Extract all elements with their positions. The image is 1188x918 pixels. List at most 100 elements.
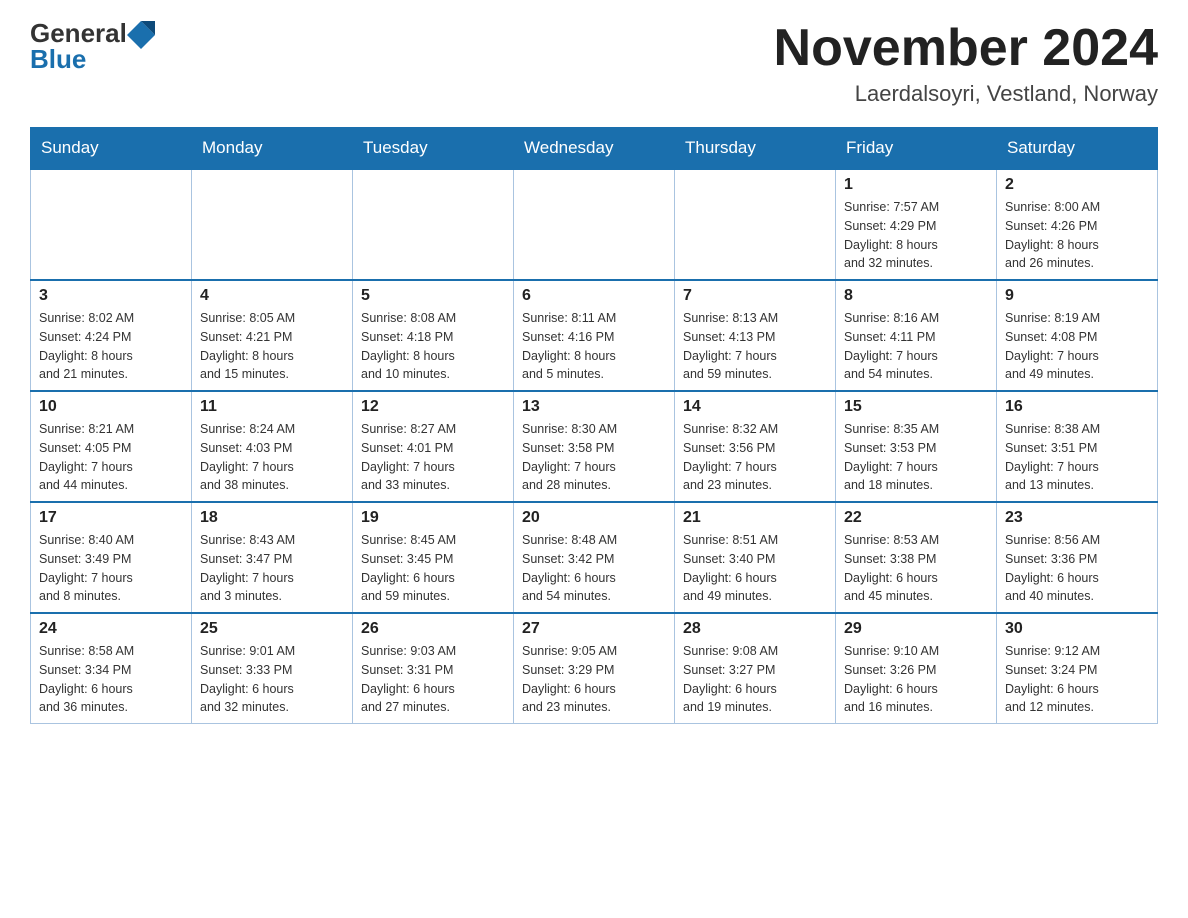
day-info: Sunrise: 8:19 AM Sunset: 4:08 PM Dayligh… <box>1005 309 1149 384</box>
day-cell: 3 Sunrise: 8:02 AM Sunset: 4:24 PM Daylig… <box>31 280 192 391</box>
calendar-table: SundayMondayTuesdayWednesdayThursdayFrid… <box>30 127 1158 724</box>
day-cell: 19 Sunrise: 8:45 AM Sunset: 3:45 PM Dayli… <box>353 502 514 613</box>
day-cell: 15 Sunrise: 8:35 AM Sunset: 3:53 PM Dayli… <box>836 391 997 502</box>
day-info: Sunrise: 9:01 AM Sunset: 3:33 PM Dayligh… <box>200 642 344 717</box>
day-cell: 18 Sunrise: 8:43 AM Sunset: 3:47 PM Dayli… <box>192 502 353 613</box>
day-cell: 14 Sunrise: 8:32 AM Sunset: 3:56 PM Dayli… <box>675 391 836 502</box>
day-cell: 2 Sunrise: 8:00 AM Sunset: 4:26 PM Daylig… <box>997 169 1158 280</box>
day-cell: 26 Sunrise: 9:03 AM Sunset: 3:31 PM Dayli… <box>353 613 514 724</box>
day-number: 11 <box>200 398 344 416</box>
day-info: Sunrise: 8:35 AM Sunset: 3:53 PM Dayligh… <box>844 420 988 495</box>
day-number: 5 <box>361 287 505 305</box>
week-row-2: 3 Sunrise: 8:02 AM Sunset: 4:24 PM Daylig… <box>31 280 1158 391</box>
title-section: November 2024 Laerdalsoyri, Vestland, No… <box>774 20 1158 107</box>
page-header: General Blue November 2024 Laerdalsoyri,… <box>30 20 1158 107</box>
day-info: Sunrise: 8:27 AM Sunset: 4:01 PM Dayligh… <box>361 420 505 495</box>
day-cell: 7Sunrise: 8:13 AM Sunset: 4:13 PM Daylig… <box>675 280 836 391</box>
day-cell: 9 Sunrise: 8:19 AM Sunset: 4:08 PM Daylig… <box>997 280 1158 391</box>
day-cell: 17 Sunrise: 8:40 AM Sunset: 3:49 PM Dayli… <box>31 502 192 613</box>
logo-icon <box>127 21 155 49</box>
day-cell: 8 Sunrise: 8:16 AM Sunset: 4:11 PM Daylig… <box>836 280 997 391</box>
day-cell: 22 Sunrise: 8:53 AM Sunset: 3:38 PM Dayli… <box>836 502 997 613</box>
day-info: Sunrise: 8:40 AM Sunset: 3:49 PM Dayligh… <box>39 531 183 606</box>
logo-general-text: General <box>30 20 127 46</box>
day-info: Sunrise: 8:30 AM Sunset: 3:58 PM Dayligh… <box>522 420 666 495</box>
day-info: Sunrise: 8:43 AM Sunset: 3:47 PM Dayligh… <box>200 531 344 606</box>
day-cell <box>675 169 836 280</box>
day-info: Sunrise: 8:56 AM Sunset: 3:36 PM Dayligh… <box>1005 531 1149 606</box>
month-title: November 2024 <box>774 20 1158 77</box>
day-info: Sunrise: 9:08 AM Sunset: 3:27 PM Dayligh… <box>683 642 827 717</box>
day-number: 6 <box>522 287 666 305</box>
day-cell: 27 Sunrise: 9:05 AM Sunset: 3:29 PM Dayli… <box>514 613 675 724</box>
week-row-5: 24 Sunrise: 8:58 AM Sunset: 3:34 PM Dayli… <box>31 613 1158 724</box>
day-cell <box>31 169 192 280</box>
header-day-sunday: Sunday <box>31 128 192 170</box>
day-info: Sunrise: 8:02 AM Sunset: 4:24 PM Dayligh… <box>39 309 183 384</box>
day-number: 3 <box>39 287 183 305</box>
day-info: Sunrise: 8:11 AM Sunset: 4:16 PM Dayligh… <box>522 309 666 384</box>
day-info: Sunrise: 8:38 AM Sunset: 3:51 PM Dayligh… <box>1005 420 1149 495</box>
day-info: Sunrise: 7:57 AM Sunset: 4:29 PM Dayligh… <box>844 198 988 273</box>
day-cell: 23Sunrise: 8:56 AM Sunset: 3:36 PM Dayli… <box>997 502 1158 613</box>
header-day-wednesday: Wednesday <box>514 128 675 170</box>
day-info: Sunrise: 8:45 AM Sunset: 3:45 PM Dayligh… <box>361 531 505 606</box>
logo-blue-text: Blue <box>30 46 86 72</box>
header-day-friday: Friday <box>836 128 997 170</box>
day-number: 17 <box>39 509 183 527</box>
day-number: 12 <box>361 398 505 416</box>
day-cell: 6 Sunrise: 8:11 AM Sunset: 4:16 PM Daylig… <box>514 280 675 391</box>
day-info: Sunrise: 8:51 AM Sunset: 3:40 PM Dayligh… <box>683 531 827 606</box>
day-number: 26 <box>361 620 505 638</box>
day-number: 30 <box>1005 620 1149 638</box>
day-info: Sunrise: 8:13 AM Sunset: 4:13 PM Dayligh… <box>683 309 827 384</box>
day-info: Sunrise: 8:24 AM Sunset: 4:03 PM Dayligh… <box>200 420 344 495</box>
day-info: Sunrise: 9:12 AM Sunset: 3:24 PM Dayligh… <box>1005 642 1149 717</box>
week-row-4: 17 Sunrise: 8:40 AM Sunset: 3:49 PM Dayli… <box>31 502 1158 613</box>
day-info: Sunrise: 9:05 AM Sunset: 3:29 PM Dayligh… <box>522 642 666 717</box>
day-number: 22 <box>844 509 988 527</box>
day-info: Sunrise: 8:00 AM Sunset: 4:26 PM Dayligh… <box>1005 198 1149 273</box>
day-number: 28 <box>683 620 827 638</box>
day-info: Sunrise: 8:05 AM Sunset: 4:21 PM Dayligh… <box>200 309 344 384</box>
day-number: 27 <box>522 620 666 638</box>
day-cell <box>353 169 514 280</box>
day-number: 14 <box>683 398 827 416</box>
day-number: 1 <box>844 176 988 194</box>
day-cell: 16 Sunrise: 8:38 AM Sunset: 3:51 PM Dayli… <box>997 391 1158 502</box>
day-number: 13 <box>522 398 666 416</box>
day-info: Sunrise: 8:53 AM Sunset: 3:38 PM Dayligh… <box>844 531 988 606</box>
header-day-tuesday: Tuesday <box>353 128 514 170</box>
day-cell: 20Sunrise: 8:48 AM Sunset: 3:42 PM Dayli… <box>514 502 675 613</box>
day-number: 18 <box>200 509 344 527</box>
day-info: Sunrise: 8:58 AM Sunset: 3:34 PM Dayligh… <box>39 642 183 717</box>
day-number: 24 <box>39 620 183 638</box>
day-info: Sunrise: 8:16 AM Sunset: 4:11 PM Dayligh… <box>844 309 988 384</box>
day-number: 16 <box>1005 398 1149 416</box>
day-cell <box>514 169 675 280</box>
day-number: 21 <box>683 509 827 527</box>
day-info: Sunrise: 9:03 AM Sunset: 3:31 PM Dayligh… <box>361 642 505 717</box>
day-info: Sunrise: 9:10 AM Sunset: 3:26 PM Dayligh… <box>844 642 988 717</box>
day-cell: 24 Sunrise: 8:58 AM Sunset: 3:34 PM Dayli… <box>31 613 192 724</box>
day-info: Sunrise: 8:32 AM Sunset: 3:56 PM Dayligh… <box>683 420 827 495</box>
header-row: SundayMondayTuesdayWednesdayThursdayFrid… <box>31 128 1158 170</box>
day-cell: 13 Sunrise: 8:30 AM Sunset: 3:58 PM Dayli… <box>514 391 675 502</box>
day-number: 25 <box>200 620 344 638</box>
day-info: Sunrise: 8:21 AM Sunset: 4:05 PM Dayligh… <box>39 420 183 495</box>
day-cell: 4Sunrise: 8:05 AM Sunset: 4:21 PM Daylig… <box>192 280 353 391</box>
day-number: 10 <box>39 398 183 416</box>
week-row-1: 1 Sunrise: 7:57 AM Sunset: 4:29 PM Daylig… <box>31 169 1158 280</box>
day-cell: 5Sunrise: 8:08 AM Sunset: 4:18 PM Daylig… <box>353 280 514 391</box>
day-cell: 12 Sunrise: 8:27 AM Sunset: 4:01 PM Dayli… <box>353 391 514 502</box>
day-cell <box>192 169 353 280</box>
day-cell: 11 Sunrise: 8:24 AM Sunset: 4:03 PM Dayli… <box>192 391 353 502</box>
day-cell: 25 Sunrise: 9:01 AM Sunset: 3:33 PM Dayli… <box>192 613 353 724</box>
day-cell: 10 Sunrise: 8:21 AM Sunset: 4:05 PM Dayli… <box>31 391 192 502</box>
day-cell: 30 Sunrise: 9:12 AM Sunset: 3:24 PM Dayli… <box>997 613 1158 724</box>
day-number: 19 <box>361 509 505 527</box>
day-number: 2 <box>1005 176 1149 194</box>
day-number: 9 <box>1005 287 1149 305</box>
day-number: 15 <box>844 398 988 416</box>
day-number: 8 <box>844 287 988 305</box>
